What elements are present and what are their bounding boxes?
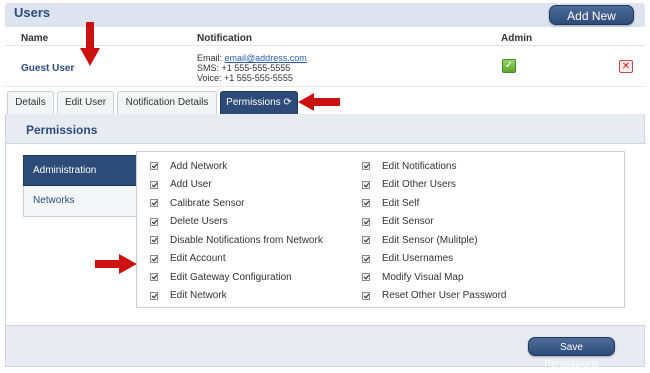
permissions-left-column: Add Network Add User Calibrate Sensor De…	[150, 157, 323, 305]
permissions-menu: Administration Networks	[23, 155, 137, 217]
permission-label: Modify Visual Map	[382, 271, 464, 283]
arrow-down-icon	[80, 22, 100, 66]
permission-label: Edit Other Users	[382, 179, 456, 191]
tab-edit-user[interactable]: Edit User	[57, 91, 114, 114]
permission-label: Reset Other User Password	[382, 290, 507, 302]
permission-row[interactable]: Delete Users	[150, 213, 323, 232]
save-permissions-button[interactable]: Save Permissions	[528, 337, 615, 370]
permission-row[interactable]: Edit Gateway Configuration	[150, 268, 323, 287]
permission-label: Edit Self	[382, 197, 420, 209]
checkbox[interactable]	[362, 199, 370, 208]
voice-line: Voice: +1 555-555-5555	[197, 73, 293, 83]
permission-label: Edit Account	[170, 253, 226, 265]
permission-row[interactable]: Reset Other User Password	[362, 287, 507, 306]
checkbox[interactable]	[150, 236, 158, 245]
permission-row[interactable]: Disable Notifications from Network	[150, 231, 323, 250]
column-name: Name	[21, 33, 49, 44]
tab-permissions[interactable]: Permissions ⟳	[220, 91, 298, 114]
permission-row[interactable]: Edit Self	[362, 194, 507, 213]
column-notification: Notification	[197, 33, 252, 44]
permission-label: Edit Sensor	[382, 216, 434, 228]
email-link[interactable]: email@address.com	[225, 53, 307, 63]
permission-row[interactable]: Calibrate Sensor	[150, 194, 323, 213]
permission-label: Edit Notifications	[382, 160, 457, 172]
refresh-icon: ⟳	[283, 97, 292, 108]
checkbox[interactable]	[362, 254, 370, 263]
arrow-right-icon	[95, 254, 137, 274]
checkbox[interactable]	[150, 254, 158, 263]
permission-row[interactable]: Edit Sensor	[362, 213, 507, 232]
permission-row[interactable]: Add User	[150, 176, 323, 195]
tab-permissions-label: Permissions	[226, 97, 281, 108]
row-divider	[5, 86, 645, 87]
permission-label: Edit Sensor (Mulitple)	[382, 234, 478, 246]
tab-notification-details[interactable]: Notification Details	[117, 91, 217, 114]
permission-label: Edit Gateway Configuration	[170, 271, 292, 283]
checkbox[interactable]	[150, 180, 158, 189]
permissions-right-column: Edit Notifications Edit Other Users Edit…	[362, 157, 507, 305]
permission-label: Edit Usernames	[382, 253, 454, 265]
arrow-left-icon	[298, 93, 340, 111]
page-title: Users	[14, 5, 51, 20]
sms-line: SMS: +1 555-555-5555	[197, 63, 291, 73]
checkbox[interactable]	[362, 273, 370, 282]
permissions-title: Permissions	[26, 123, 98, 137]
tab-details[interactable]: Details	[7, 91, 54, 114]
permission-label: Disable Notifications from Network	[170, 234, 323, 246]
permission-label: Calibrate Sensor	[170, 197, 245, 209]
permission-row[interactable]: Add Network	[150, 157, 323, 176]
column-admin: Admin	[501, 33, 533, 44]
user-name-link[interactable]: Guest User	[21, 63, 74, 74]
permission-row[interactable]: Edit Other Users	[362, 176, 507, 195]
header-divider	[5, 45, 645, 46]
close-icon[interactable]: ✕	[619, 60, 633, 73]
user-notification-info: Email: email@address.com SMS: +1 555-555…	[197, 53, 307, 83]
email-label: Email:	[197, 53, 223, 63]
menu-item-administration[interactable]: Administration	[23, 155, 137, 186]
check-icon: ✓	[502, 59, 516, 73]
checkbox[interactable]	[150, 162, 158, 171]
permission-label: Add User	[170, 179, 212, 191]
permission-row[interactable]: Modify Visual Map	[362, 268, 507, 287]
checkbox[interactable]	[362, 291, 370, 300]
permission-row[interactable]: Edit Sensor (Mulitple)	[362, 231, 507, 250]
checkbox[interactable]	[150, 273, 158, 282]
checkbox[interactable]	[150, 199, 158, 208]
add-new-user-button[interactable]: Add New User	[549, 5, 634, 41]
checkbox[interactable]	[362, 236, 370, 245]
permission-row[interactable]: Edit Network	[150, 287, 323, 306]
checkbox[interactable]	[150, 217, 158, 226]
checkbox[interactable]	[362, 162, 370, 171]
permission-label: Delete Users	[170, 216, 228, 228]
checkbox[interactable]	[150, 291, 158, 300]
permission-label: Add Network	[170, 160, 228, 172]
permission-row[interactable]: Edit Notifications	[362, 157, 507, 176]
menu-item-networks[interactable]: Networks	[23, 186, 137, 217]
permission-row[interactable]: Edit Usernames	[362, 250, 507, 269]
checkbox[interactable]	[362, 180, 370, 189]
permission-label: Edit Network	[170, 290, 227, 302]
permission-row[interactable]: Edit Account	[150, 250, 323, 269]
checkbox[interactable]	[362, 217, 370, 226]
